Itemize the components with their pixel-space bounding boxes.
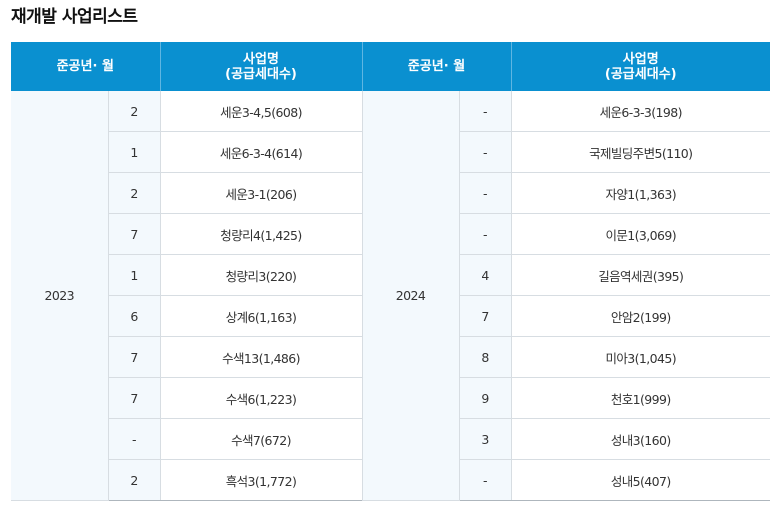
header-units-label: (공급세대수): [604, 66, 677, 82]
project-cell: 성내5(407): [511, 459, 770, 501]
project-cell: 세운3-4,5(608): [160, 91, 363, 132]
month-cell: -: [459, 172, 512, 214]
month-cell: 7: [108, 377, 161, 419]
project-cell: 자양1(1,363): [511, 172, 770, 214]
project-cell: 수색7(672): [160, 418, 363, 460]
project-cell: 흑석3(1,772): [160, 459, 363, 501]
month-cell: -: [108, 418, 161, 460]
project-cell: 성내3(160): [511, 418, 770, 460]
header-completion-date-2023: 준공년· 월: [11, 42, 161, 91]
project-cell: 국제빌딩주변5(110): [511, 131, 770, 173]
header-units-label: (공급세대수): [225, 66, 297, 82]
project-cell: 세운3-1(206): [160, 172, 363, 214]
project-cell: 상계6(1,163): [160, 295, 363, 337]
project-cell: 길음역세권(395): [511, 254, 770, 296]
table-row: 2023 2 세운3-4,5(608) 2024- 세운6-3-3(198): [11, 91, 770, 501]
month-cell: 7: [108, 213, 161, 255]
month-cell: 1: [108, 131, 161, 173]
project-cell: 안암2(199): [511, 295, 770, 337]
month-cell: 7: [108, 336, 161, 378]
month-cell: 2: [108, 91, 161, 132]
month-cell: 2: [108, 172, 161, 214]
month-cell: 3: [459, 418, 512, 460]
header-project-name-2023: 사업명 (공급세대수): [160, 42, 363, 91]
project-cell: 천호1(999): [511, 377, 770, 419]
project-cell: 수색6(1,223): [160, 377, 363, 419]
month-cell: -: [459, 131, 512, 173]
month-cell: 1: [108, 254, 161, 296]
month-cell: 4: [459, 254, 512, 296]
table-header-row: 준공년· 월 사업명 (공급세대수) 준공년· 월 사업명 (공급세대수): [11, 42, 770, 91]
month-cell: -: [459, 459, 512, 501]
month-cell: 2: [108, 459, 161, 501]
project-cell: 청량리3(220): [160, 254, 363, 296]
project-cell: 청량리4(1,425): [160, 213, 363, 255]
header-project-name-2024: 사업명 (공급세대수): [511, 42, 770, 91]
header-completion-date-2024: 준공년· 월: [362, 42, 512, 91]
redevelopment-project-table: 준공년· 월 사업명 (공급세대수) 준공년· 월 사업명 (공급세대수) 20…: [11, 42, 770, 501]
page-title: 재개발 사업리스트: [11, 7, 138, 27]
month-cell: -: [459, 213, 512, 255]
month-cell: 7: [459, 295, 512, 337]
project-cell: 이문1(3,069): [511, 213, 770, 255]
project-cell: 미아3(1,045): [511, 336, 770, 378]
year-cell-1: 2024: [362, 91, 460, 501]
header-project-label: 사업명: [243, 51, 279, 67]
project-cell: 세운6-3-3(198): [511, 91, 770, 132]
month-cell: 8: [459, 336, 512, 378]
month-cell: -: [459, 91, 512, 132]
month-cell: 9: [459, 377, 512, 419]
month-cell: 6: [108, 295, 161, 337]
project-cell: 세운6-3-4(614): [160, 131, 363, 173]
header-project-label: 사업명: [622, 51, 659, 67]
year-cell-0: 2023: [11, 91, 109, 501]
project-cell: 수색13(1,486): [160, 336, 363, 378]
